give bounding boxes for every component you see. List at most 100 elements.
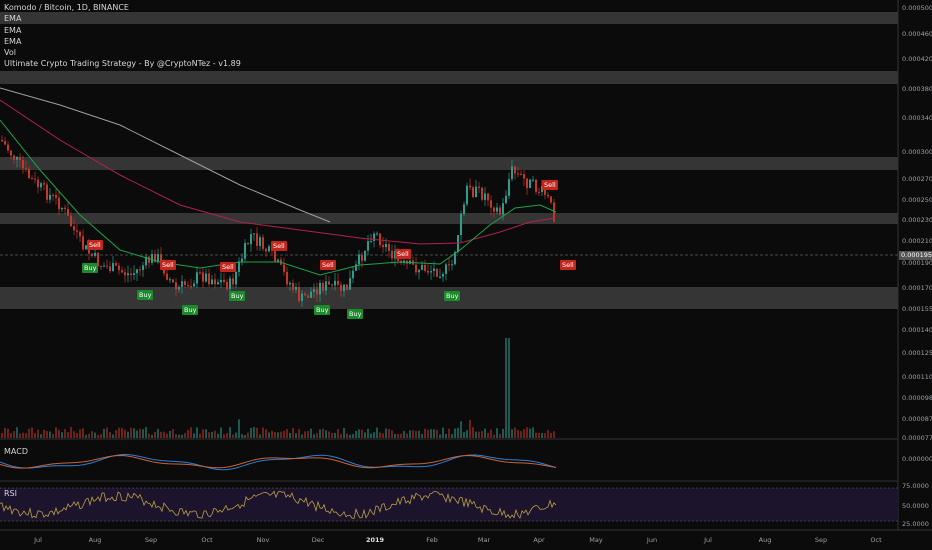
volume-bar	[448, 428, 450, 438]
candle-body	[478, 186, 480, 188]
volume-bar	[463, 431, 465, 438]
volume-bar	[355, 431, 357, 438]
sell-signal-tag: Sell	[560, 260, 576, 270]
time-axis-label: Feb	[426, 536, 438, 544]
price-axis-label: 0.0005000	[902, 4, 932, 12]
strategy-label[interactable]: Ultimate Crypto Trading Strategy - By @C…	[4, 58, 241, 69]
candle-body	[187, 285, 189, 287]
candle-body	[379, 233, 381, 246]
volume-bar	[301, 434, 303, 438]
indicator-ema-3[interactable]: EMA	[4, 36, 241, 47]
indicator-ema-2[interactable]: EMA	[4, 25, 241, 36]
candle-body	[247, 243, 249, 245]
candle-body	[376, 233, 378, 235]
candle-body	[352, 270, 354, 279]
candle-body	[1, 140, 3, 142]
volume-bar	[298, 429, 300, 438]
rsi-label[interactable]: RSI	[4, 489, 17, 498]
candle-body	[388, 244, 390, 251]
candle-body	[424, 264, 426, 271]
candle-body	[175, 282, 177, 290]
chart-canvas[interactable]	[0, 0, 932, 550]
indicator-ema-1[interactable]: EMA	[4, 13, 241, 24]
price-axis-label: 0.0002500	[902, 196, 932, 204]
candle-body	[106, 265, 108, 267]
buy-signal-tag: Buy	[182, 305, 199, 315]
price-axis-label: 0.0002100	[902, 237, 932, 245]
volume-bar	[370, 433, 372, 438]
volume-bar	[97, 434, 99, 438]
candle-body	[346, 284, 348, 290]
candle-body	[292, 283, 294, 290]
volume-bar	[172, 429, 174, 438]
candle-body	[319, 282, 321, 295]
candle-body	[334, 280, 336, 286]
volume-bar	[181, 434, 183, 438]
candle-body	[52, 194, 54, 196]
volume-bar	[394, 434, 396, 438]
volume-bar	[58, 429, 60, 438]
macd-label[interactable]: MACD	[4, 447, 28, 456]
volume-bar	[523, 429, 525, 438]
volume-bar	[427, 429, 429, 438]
candle-body	[337, 280, 339, 285]
candle-body	[196, 272, 198, 284]
candle-body	[238, 261, 240, 272]
candle-body	[223, 279, 225, 282]
candle-body	[508, 179, 510, 196]
volume-bar	[34, 433, 36, 438]
candle-body	[445, 264, 447, 275]
candle-body	[211, 279, 213, 285]
candle-body	[82, 236, 84, 250]
symbol-title[interactable]: Komodo / Bitcoin, 1D, BINANCE	[4, 2, 241, 13]
time-axis-label: May	[589, 536, 603, 544]
volume-bar	[334, 433, 336, 438]
candle-body	[514, 166, 516, 174]
volume-bar	[16, 427, 18, 438]
volume-bar	[115, 430, 117, 438]
candle-body	[43, 183, 45, 185]
candle-body	[136, 269, 138, 274]
candle-body	[499, 207, 501, 215]
indicator-vol[interactable]: Vol	[4, 47, 241, 58]
candle-body	[190, 286, 192, 288]
candle-body	[133, 273, 135, 275]
volume-bar	[127, 431, 129, 438]
candle-body	[535, 179, 537, 192]
candle-body	[130, 273, 132, 275]
volume-bar	[229, 427, 231, 438]
volume-bar	[520, 431, 522, 438]
volume-bar	[292, 428, 294, 438]
candle-body	[181, 281, 183, 287]
candle-body	[94, 252, 96, 256]
volume-bar	[364, 432, 366, 438]
volume-bar	[151, 434, 153, 438]
volume-bar	[358, 429, 360, 438]
candle-body	[520, 173, 522, 175]
candle-body	[415, 264, 417, 273]
candle-body	[442, 274, 444, 277]
volume-bar	[415, 430, 417, 438]
volume-bar	[511, 429, 513, 438]
candle-body	[475, 186, 477, 197]
volume-bar	[196, 427, 198, 438]
candle-body	[172, 279, 174, 283]
price-axis-label: 0.0002700	[902, 175, 932, 183]
candle-body	[481, 187, 483, 200]
volume-bar	[157, 429, 159, 438]
volume-bar	[295, 433, 297, 438]
volume-bar	[94, 432, 96, 438]
volume-bar	[10, 433, 12, 438]
volume-bar	[379, 432, 381, 438]
volume-bar	[274, 432, 276, 438]
volume-bar	[469, 419, 471, 438]
volume-bar	[25, 433, 27, 438]
volume-bar	[439, 434, 441, 438]
time-axis-label: Jul	[704, 536, 712, 544]
time-axis-label: Dec	[311, 536, 325, 544]
candle-body	[226, 281, 228, 290]
candle-body	[250, 234, 252, 245]
candle-body	[166, 273, 168, 280]
volume-bar	[265, 429, 267, 438]
volume-bar	[175, 434, 177, 438]
